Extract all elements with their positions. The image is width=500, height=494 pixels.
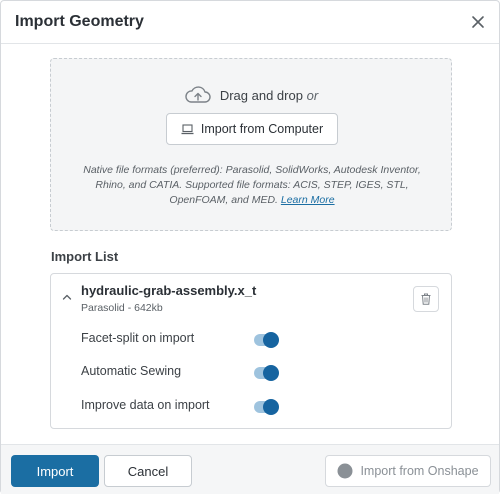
- import-list: hydraulic-grab-assembly.x_t Parasolid - …: [50, 273, 452, 429]
- toggle-facet-split[interactable]: [254, 332, 279, 348]
- dialog-header: Import Geometry: [1, 1, 499, 44]
- laptop-icon: [181, 123, 194, 134]
- file-meta: Parasolid - 642kb: [81, 302, 163, 314]
- onshape-logo-icon: [337, 463, 353, 479]
- import-list-label: Import List: [51, 249, 119, 264]
- import-geometry-dialog: Import Geometry Drag and drop or Import …: [0, 0, 500, 494]
- toggle-automatic-sewing[interactable]: [254, 365, 279, 381]
- cloud-upload-icon: [185, 86, 211, 103]
- option-facet-split-label: Facet-split on import: [81, 331, 195, 345]
- trash-icon: [421, 293, 431, 305]
- delete-file-button[interactable]: [413, 286, 439, 312]
- file-name: hydraulic-grab-assembly.x_t: [81, 283, 257, 298]
- import-from-onshape-label: Import from Onshape: [360, 464, 479, 478]
- option-automatic-sewing-label: Automatic Sewing: [81, 364, 182, 378]
- import-from-onshape-button[interactable]: Import from Onshape: [325, 455, 491, 487]
- dialog-title: Import Geometry: [15, 13, 144, 30]
- chevron-up-icon[interactable]: [62, 293, 72, 301]
- learn-more-link[interactable]: Learn More: [281, 194, 335, 206]
- option-improve-data-label: Improve data on import: [81, 398, 210, 412]
- toggle-knob: [263, 399, 279, 415]
- file-dropzone[interactable]: Drag and drop or Import from Computer Na…: [50, 58, 452, 231]
- import-button[interactable]: Import: [11, 455, 99, 487]
- drag-drop-text: Drag and drop or: [219, 87, 319, 103]
- dialog-footer: Import Cancel Import from Onshape: [1, 444, 499, 494]
- import-from-computer-button[interactable]: Import from Computer: [166, 113, 338, 145]
- close-icon[interactable]: [469, 13, 487, 31]
- toggle-improve-data[interactable]: [254, 399, 279, 415]
- toggle-knob: [263, 365, 279, 381]
- drag-drop-row: Drag and drop or: [51, 83, 451, 107]
- cancel-button[interactable]: Cancel: [104, 455, 192, 487]
- import-from-computer-label: Import from Computer: [200, 122, 324, 136]
- toggle-knob: [263, 332, 279, 348]
- supported-formats-text: Native file formats (preferred): Parasol…: [83, 164, 421, 206]
